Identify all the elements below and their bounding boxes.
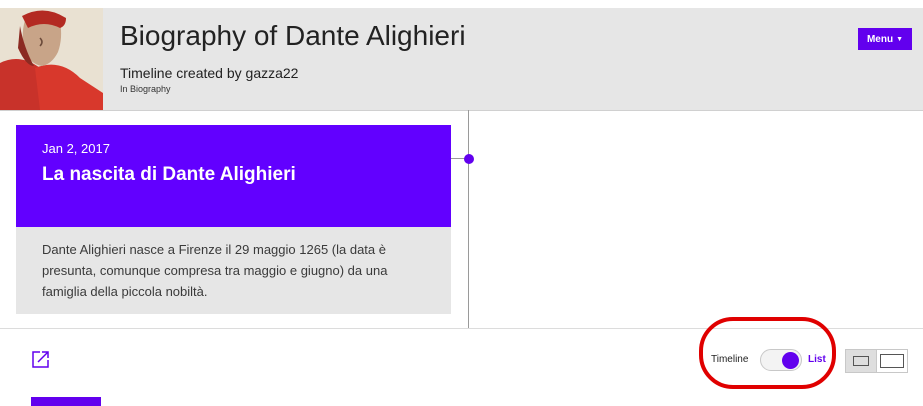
timeline-axis	[468, 110, 469, 328]
menu-label: Menu	[866, 33, 894, 45]
top-strip	[0, 0, 923, 8]
timeline-category: In Biography	[120, 84, 171, 94]
view-mode-toggle[interactable]	[760, 349, 802, 371]
event-card-header[interactable]: Jan 2, 2017 La nascita di Dante Alighier…	[16, 125, 451, 227]
view-size-selector	[845, 349, 908, 373]
timeline-header: Biography of Dante Alighieri Timeline cr…	[0, 8, 923, 111]
portrait-image	[0, 8, 103, 110]
share-icon[interactable]	[31, 349, 51, 369]
event-card-body: Dante Alighieri nasce a Firenze il 29 ma…	[16, 227, 451, 314]
timeline-author: Timeline created by gazza22	[120, 65, 299, 81]
list-view-label[interactable]: List	[808, 354, 826, 365]
menu-button[interactable]: Menu ▼	[858, 28, 912, 50]
small-rectangle-icon	[853, 356, 869, 366]
event-description: Dante Alighieri nasce a Firenze il 29 ma…	[42, 242, 388, 299]
bottom-tab-indicator[interactable]	[31, 397, 101, 406]
toggle-knob	[782, 352, 799, 369]
large-rectangle-icon	[880, 354, 904, 368]
timeline-view-label[interactable]: Timeline	[711, 354, 748, 365]
compact-view-button[interactable]	[846, 350, 876, 372]
event-marker-dot[interactable]	[464, 154, 474, 164]
caret-down-icon: ▼	[896, 35, 904, 43]
event-title: La nascita di Dante Alighieri	[42, 164, 296, 185]
page-title: Biography of Dante Alighieri	[120, 20, 466, 51]
expanded-view-button[interactable]	[877, 350, 907, 372]
event-date: Jan 2, 2017	[42, 141, 110, 156]
